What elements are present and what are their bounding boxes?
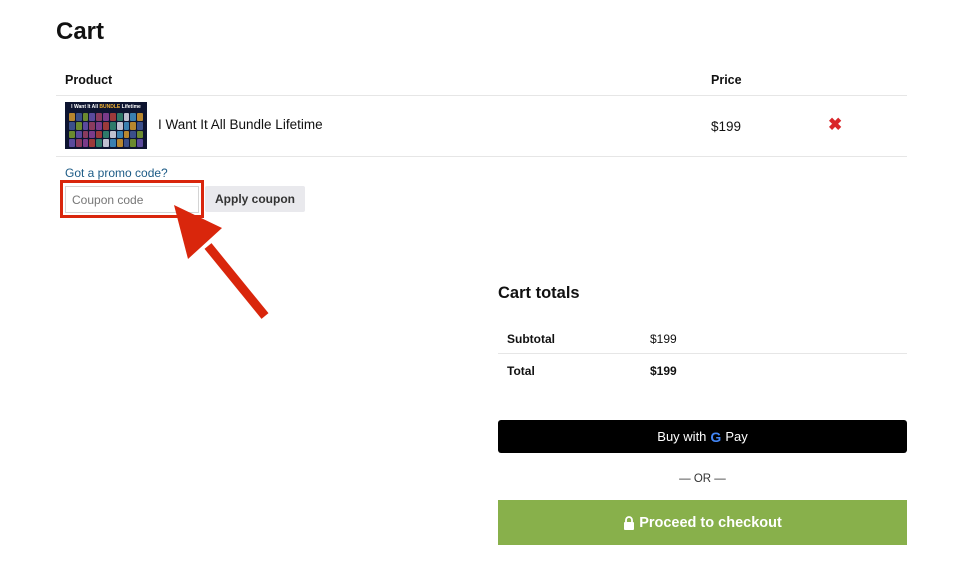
thumbnail-tile [137, 121, 143, 130]
thumbnail-tile [123, 139, 130, 147]
total-row: Total $199 [498, 354, 907, 386]
thumbnail-tile [116, 130, 123, 139]
thumbnail-tile [89, 113, 96, 121]
thumbnail-tile [69, 130, 75, 139]
thumbnail-tile [109, 121, 116, 130]
thumbnail-tile [137, 113, 143, 121]
thumbnail-tile [96, 139, 103, 147]
total-label: Total [507, 364, 535, 378]
cart-totals: Cart totals Subtotal $199 Total $199 [498, 284, 907, 378]
subtotal-label: Subtotal [507, 332, 555, 346]
thumbnail-tile [82, 121, 89, 130]
thumbnail-tile [75, 130, 82, 139]
apply-coupon-button[interactable]: Apply coupon [205, 186, 305, 212]
thumbnail-tile [109, 139, 116, 147]
column-header-price: Price [711, 73, 742, 87]
table-row: I Want It All BUNDLE Lifetime I Want It … [56, 96, 907, 157]
thumbnail-tile [89, 121, 96, 130]
column-header-product: Product [65, 73, 113, 87]
thumbnail-tile [130, 121, 137, 130]
gpay-suffix: Pay [725, 429, 748, 444]
thumbnail-tile [69, 121, 75, 130]
thumbnail-tile [109, 130, 116, 139]
thumbnail-title: I Want It All BUNDLE Lifetime [65, 104, 147, 110]
thumbnail-product-grid [69, 113, 143, 147]
thumbnail-tile [96, 121, 103, 130]
thumbnail-tile [123, 121, 130, 130]
buy-with-gpay-button[interactable]: Buy with G Pay [498, 420, 907, 453]
thumbnail-tile [116, 139, 123, 147]
thumbnail-tile [75, 121, 82, 130]
page-title: Cart [56, 18, 105, 45]
thumbnail-title-suffix: Lifetime [121, 104, 141, 110]
thumbnail-tile [103, 113, 109, 121]
or-separator: — OR — [679, 473, 726, 485]
lock-icon [624, 515, 635, 530]
thumbnail-tile [96, 130, 103, 139]
total-value: $199 [650, 364, 677, 378]
thumbnail-tile [75, 113, 82, 121]
thumbnail-tile [69, 139, 75, 147]
thumbnail-tile [109, 113, 116, 121]
thumbnail-tile [130, 113, 137, 121]
product-thumbnail[interactable]: I Want It All BUNDLE Lifetime [65, 102, 147, 149]
thumbnail-tile [103, 130, 109, 139]
thumbnail-tile [89, 130, 96, 139]
thumbnail-tile [75, 139, 82, 147]
subtotal-value: $199 [650, 332, 677, 346]
thumbnail-tile [116, 113, 123, 121]
table-header: Product Price [56, 66, 907, 96]
thumbnail-tile [137, 130, 143, 139]
thumbnail-tile [82, 113, 89, 121]
thumbnail-tile [130, 130, 137, 139]
thumbnail-title-prefix: I Want It All [71, 104, 99, 110]
thumbnail-tile [137, 139, 143, 147]
thumbnail-tile [116, 121, 123, 130]
thumbnail-tile [103, 139, 109, 147]
thumbnail-tile [130, 139, 137, 147]
thumbnail-tile [82, 139, 89, 147]
product-name-link[interactable]: I Want It All Bundle Lifetime [158, 117, 323, 132]
checkout-label: Proceed to checkout [639, 514, 782, 531]
coupon-code-input[interactable] [65, 186, 199, 213]
google-g-icon: G [710, 428, 722, 445]
proceed-to-checkout-button[interactable]: Proceed to checkout [498, 500, 907, 545]
cart-table: Product Price I Want It All BUNDLE Lifet… [56, 66, 907, 157]
thumbnail-tile [123, 130, 130, 139]
cart-totals-title: Cart totals [498, 284, 580, 302]
thumbnail-tile [96, 113, 103, 121]
thumbnail-tile [89, 139, 96, 147]
thumbnail-tile [69, 113, 75, 121]
product-price: $199 [711, 119, 742, 134]
annotation-arrow-shaft [204, 243, 269, 319]
thumbnail-title-accent: BUNDLE [99, 104, 121, 110]
subtotal-row: Subtotal $199 [498, 322, 907, 354]
remove-item-icon[interactable]: ✖ [828, 116, 842, 133]
gpay-prefix: Buy with [657, 429, 707, 444]
thumbnail-tile [103, 121, 109, 130]
thumbnail-tile [82, 130, 89, 139]
thumbnail-tile [123, 113, 130, 121]
promo-code-link[interactable]: Got a promo code? [65, 166, 168, 180]
